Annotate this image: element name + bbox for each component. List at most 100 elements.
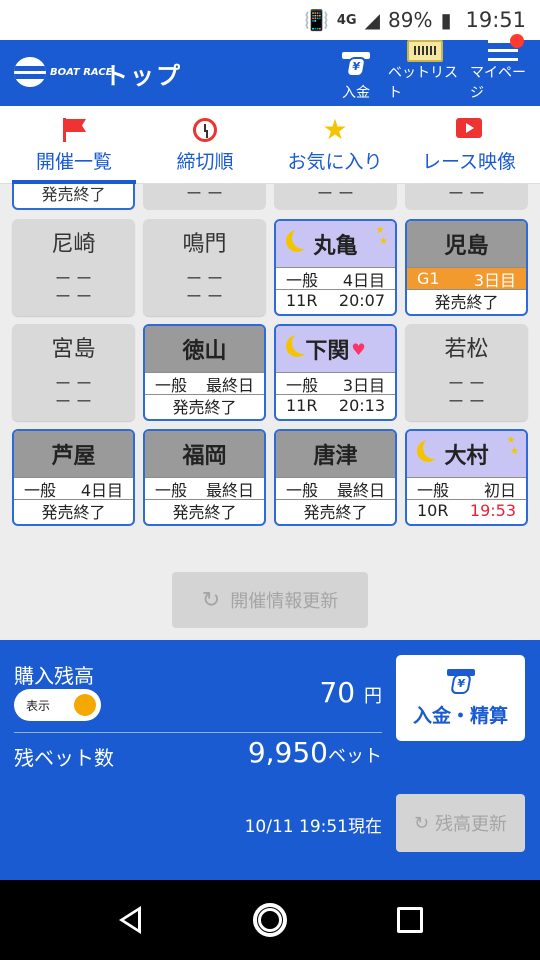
venue-card-miyajima[interactable]: 宮島 ー ー ー ー [12,324,135,421]
race-grade: G1 [417,269,440,288]
venue-card-amagasaki[interactable]: 尼崎 ー ー ー ー [12,219,135,316]
venue-card-kojima[interactable]: 児島 G1 3日目 発売終了 [405,219,528,316]
race-day: 初日 [483,480,516,500]
race-number: 10R [417,501,449,520]
deposit-settle-label: 入金・精算 [412,704,508,727]
mypage-button[interactable]: マイページ [470,34,536,102]
balance-amount: 70 円 [250,676,382,709]
update-balance-button[interactable]: ↻ 残高更新 [396,794,525,852]
moon-icon [292,227,314,249]
venue-name: 福岡 [145,431,264,477]
venue-card-wakamatsu[interactable]: 若松 ー ー ー ー [405,324,528,421]
recents-icon [397,907,423,933]
home-icon [253,903,287,937]
dash: ー ー [54,392,93,411]
dash: ー ー [316,184,355,203]
recents-button[interactable] [393,903,427,937]
venue-card-omura[interactable]: ★ ★ 大村 一般 初日 10R 19:53 [405,429,528,526]
venue-name: 鳴門 [182,232,227,257]
venue-name: 丸亀 [313,234,358,259]
notification-dot [510,34,524,48]
balance-label: 購入残高 [14,664,94,688]
network-type: 4G [336,12,357,28]
toggle-label: 表示 [26,698,51,713]
star-icon: ★ [322,113,348,146]
tab-favorites[interactable]: ★ お気に入り [280,106,390,184]
deposit-label: 入金 [342,85,370,101]
race-day: 最終日 [205,375,254,395]
refresh-schedule-button[interactable]: ↻ 開催情報更新 [172,572,368,628]
venue-card-partial[interactable]: ー ー [143,184,266,210]
dash: ー ー [185,287,224,306]
dash: ー ー [185,184,224,203]
balance-visibility-toggle[interactable]: 表示 [14,689,101,721]
deposit-settle-button[interactable]: ¥ 入金・精算 [396,655,525,741]
venue-card-partial[interactable]: 発売終了 [12,184,135,210]
toggle-knob [74,694,96,716]
dash: ー ー [54,287,93,306]
race-grade: 一般 [286,270,319,290]
race-day: 3日目 [473,270,516,290]
race-grade: 一般 [286,375,319,395]
venue-card-fukuoka[interactable]: 福岡 一般 最終日 発売終了 [143,429,266,526]
race-day: 3日目 [342,375,385,395]
as-of-timestamp: 10/11 19:51現在 [244,817,382,837]
dash: ー ー [447,184,486,203]
venue-name: 宮島 [51,337,96,362]
moon-icon [292,332,314,354]
system-nav-bar [0,880,540,960]
bets-unit: ベット [328,746,382,767]
sales-status: 発売終了 [41,502,106,522]
tab-deadline-order[interactable]: 締切順 [150,106,260,184]
venue-card-karatsu[interactable]: 唐津 一般 最終日 発売終了 [274,429,397,526]
race-day: 最終日 [205,480,254,500]
venue-name: 徳山 [145,326,264,372]
update-balance-label: 残高更新 [435,814,508,835]
refresh-schedule-label: 開催情報更新 [230,591,339,612]
race-grade: 一般 [24,480,57,500]
betlist-button[interactable]: ベットリスト [388,40,462,102]
dash: ー ー [54,269,93,288]
bets-value: 9,950 [247,736,328,769]
dash: ー ー [447,374,486,393]
menu-icon [488,34,524,62]
venue-card-naruto[interactable]: 鳴門 ー ー ー ー [143,219,266,316]
race-day: 4日目 [80,480,123,500]
venue-card-tokuyama[interactable]: 徳山 一般 最終日 発売終了 [143,324,266,421]
venue-card-partial[interactable]: ー ー [274,184,397,210]
venue-card-ashiya[interactable]: 芦屋 一般 4日目 発売終了 [12,429,135,526]
home-button[interactable] [253,903,287,937]
stars-icon: ★ ★ [375,225,388,247]
sales-status: 発売終了 [434,292,499,312]
venue-card-partial[interactable]: ー ー [405,184,528,210]
signal-icon: ◢ [364,8,380,32]
divider [14,732,382,733]
race-grade: 一般 [155,375,188,395]
nfc-icon: 📳 [303,8,329,32]
sales-status: 発売終了 [41,185,106,204]
back-icon [119,906,141,934]
back-button[interactable] [113,903,147,937]
venue-card-marugame[interactable]: ★ ★ 丸亀 一般 4日目 11R 20:07 [274,219,397,316]
stars-icon: ★ ★ [506,435,519,457]
account-panel: 購入残高 表示 70 円 残ベット数 9,950ベット ¥ 入金・精算 10/1… [0,640,540,880]
boat-race-logo[interactable]: BOAT RACE [14,57,113,87]
video-icon [456,118,482,138]
battery-percent: 89% [388,8,433,32]
race-number: 11R [286,291,318,310]
venue-name: 大村 [444,444,489,469]
sales-status: 発売終了 [172,397,237,417]
flag-icon [61,118,87,142]
race-number: 11R [286,396,318,415]
tab-label: 締切順 [176,151,234,173]
logo-mark-icon [14,57,46,87]
race-day: 4日目 [342,270,385,290]
venue-name: 唐津 [276,431,395,477]
tab-race-video[interactable]: レース映像 [410,106,528,184]
alarm-clock-icon [193,118,217,142]
remaining-bets-label: 残ベット数 [14,746,114,770]
deposit-button[interactable]: ¥ 入金 [334,48,378,102]
tab-schedule[interactable]: 開催一覧 [12,106,136,184]
venue-card-shimonoseki[interactable]: 下関 ♥ 一般 3日目 11R 20:13 [274,324,397,421]
venue-grid: 発売終了 ー ー ー ー ー ー 尼崎 ー ー ー ー 鳴門 ー ー ー ー ★… [0,184,540,640]
